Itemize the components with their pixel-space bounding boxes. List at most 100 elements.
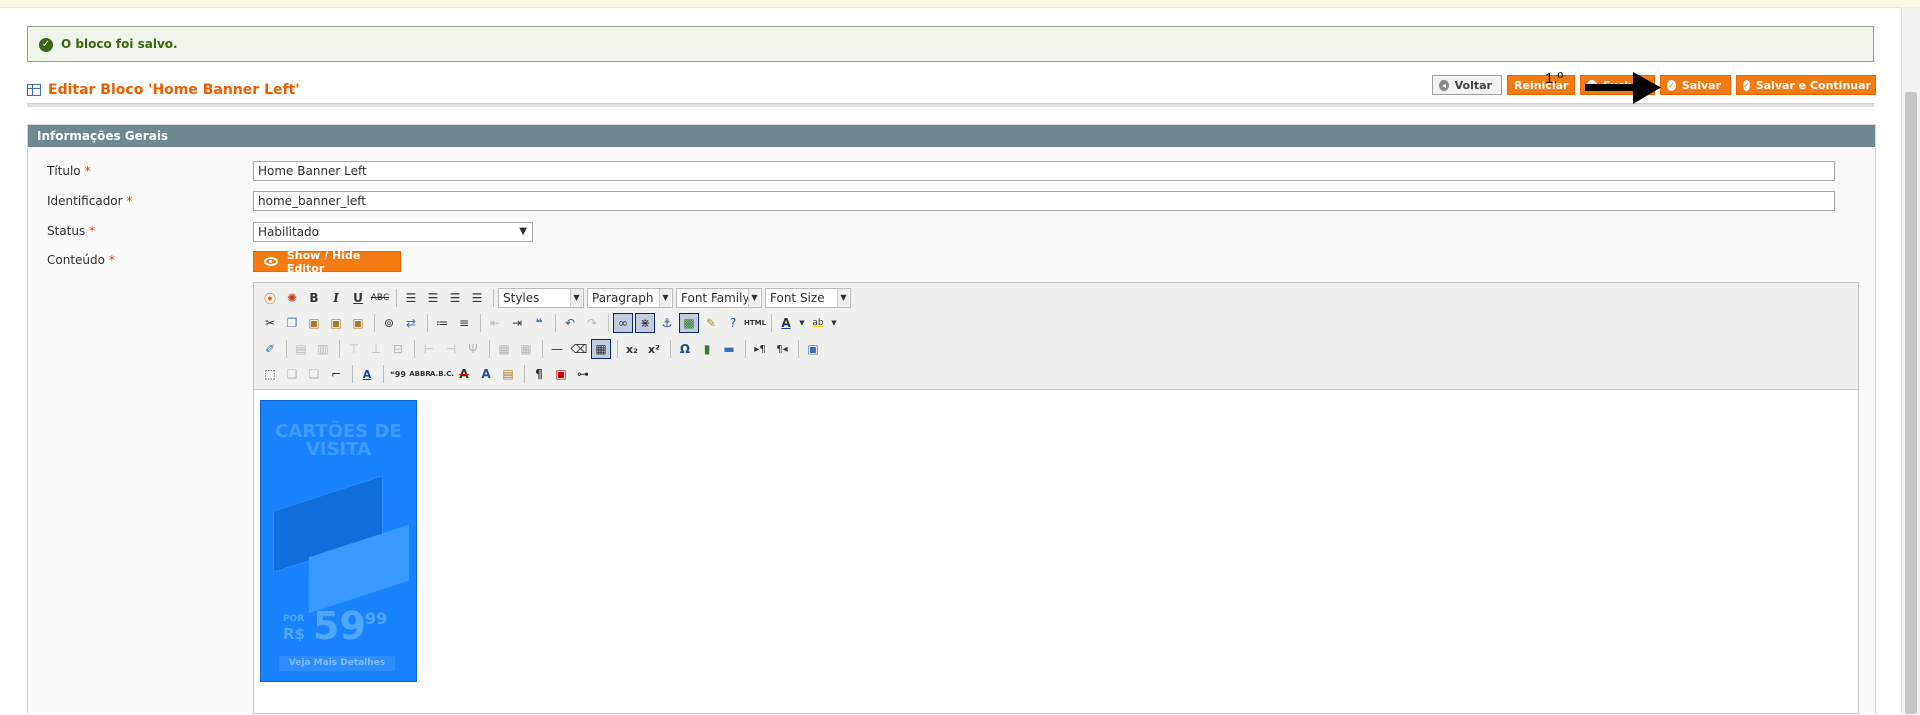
link-icon[interactable]: ∞ <box>613 313 633 333</box>
toolbar-separator <box>489 340 490 358</box>
chevron-down-icon[interactable]: ▼ <box>798 313 806 333</box>
align-left-icon[interactable]: ☰ <box>401 288 421 308</box>
insert-variable-icon[interactable]: ✺ <box>282 288 302 308</box>
title-input[interactable]: Home Banner Left <box>253 161 1835 181</box>
abbreviation-icon[interactable]: ABBR <box>409 364 430 384</box>
identifier-label: Identificador * <box>47 194 133 208</box>
styles-dropdown[interactable]: Styles ▼ <box>498 288 584 308</box>
split-cells-icon[interactable]: ▦ <box>494 339 514 359</box>
table-cell-props-icon[interactable]: ▥ <box>313 339 333 359</box>
page-break-icon[interactable]: ⊶ <box>573 364 593 384</box>
editor-content-area[interactable]: CARTÕES DE VISITA POR R$ 59 99 Veja Mais … <box>254 390 1858 715</box>
back-button[interactable]: ◂ Voltar <box>1432 75 1502 95</box>
toolbar-separator <box>617 340 618 358</box>
paste-icon[interactable]: ▣ <box>304 313 324 333</box>
paste-text-icon[interactable]: ▣ <box>326 313 346 333</box>
underline-icon[interactable]: U <box>348 288 368 308</box>
bullet-list-icon[interactable]: ≔ <box>432 313 452 333</box>
paste-word-icon[interactable]: ▣ <box>348 313 368 333</box>
horizontal-rule-icon[interactable]: — <box>547 339 567 359</box>
annotation-arrow-icon <box>1585 72 1661 104</box>
font-size-dropdown[interactable]: Font Size ▼ <box>765 288 851 308</box>
move-backward-icon[interactable]: ❏ <box>304 364 324 384</box>
nonbreaking-icon[interactable]: ▣ <box>551 364 571 384</box>
toolbar-separator <box>493 289 494 307</box>
toolbar-separator <box>524 365 525 383</box>
cite-icon[interactable]: ❝99 <box>388 364 408 384</box>
absolute-position-icon[interactable]: ⌐ <box>326 364 346 384</box>
format-dropdown[interactable]: Paragraph ▼ <box>587 288 673 308</box>
format-dropdown-label: Paragraph <box>592 291 654 305</box>
acronym-icon[interactable]: A.B.C. <box>430 364 454 384</box>
banner-image[interactable]: CARTÕES DE VISITA POR R$ 59 99 Veja Mais … <box>260 400 417 682</box>
delete-row-icon[interactable]: ⊟ <box>388 339 408 359</box>
save-button[interactable]: ✓ Salvar <box>1660 75 1731 95</box>
html-source-icon[interactable]: HTML <box>744 313 766 333</box>
select-arrow-icon: ▼ <box>519 226 527 237</box>
row-before-icon[interactable]: ⊤ <box>344 339 364 359</box>
italic-icon[interactable]: I <box>326 288 346 308</box>
align-center-icon[interactable]: ☰ <box>423 288 443 308</box>
col-before-icon[interactable]: ⊢ <box>419 339 439 359</box>
show-hide-editor-button[interactable]: Show / Hide Editor <box>253 249 401 275</box>
insert-layer-icon[interactable]: ⬚ <box>260 364 280 384</box>
special-char-icon[interactable]: Ω <box>675 339 695 359</box>
step-annotation-label: 1.º <box>1545 70 1563 87</box>
cut-icon[interactable]: ✂ <box>260 313 280 333</box>
row-after-icon[interactable]: ⊥ <box>366 339 386 359</box>
indent-icon[interactable]: ⇥ <box>507 313 527 333</box>
subscript-icon[interactable]: x₂ <box>622 339 642 359</box>
status-select[interactable]: Habilitado ▼ <box>253 222 533 242</box>
insert-widget-icon[interactable]: ⦿ <box>260 288 280 308</box>
delete-text-icon[interactable]: A <box>454 364 474 384</box>
success-check-icon: ✓ <box>39 38 53 52</box>
rtl-icon[interactable]: ¶◂ <box>772 339 792 359</box>
reset-button[interactable]: Reiniciar <box>1507 75 1575 95</box>
align-justify-icon[interactable]: ☰ <box>467 288 487 308</box>
fullscreen-icon[interactable]: ▣ <box>803 339 823 359</box>
copy-icon[interactable]: ❐ <box>282 313 302 333</box>
replace-icon[interactable]: ⇄ <box>401 313 421 333</box>
section-header: Informações Gerais <box>28 125 1875 147</box>
text-color-icon[interactable]: A <box>776 313 796 333</box>
align-right-icon[interactable]: ☰ <box>445 288 465 308</box>
visual-chars-icon[interactable]: ¶ <box>529 364 549 384</box>
scrollbar-thumb[interactable] <box>1905 92 1917 714</box>
styleprops-icon[interactable]: A <box>357 364 377 384</box>
ltr-icon[interactable]: ▸¶ <box>750 339 770 359</box>
blockquote-icon[interactable]: ❝ <box>529 313 549 333</box>
iframe-icon[interactable]: ▬ <box>719 339 739 359</box>
redo-icon[interactable]: ↷ <box>582 313 602 333</box>
anchor-icon[interactable]: ⚓ <box>657 313 677 333</box>
insert-text-icon[interactable]: A <box>476 364 496 384</box>
page-scrollbar[interactable] <box>1901 7 1920 714</box>
strikethrough-icon[interactable]: ABC <box>370 288 390 308</box>
image-icon[interactable]: ▩ <box>679 313 699 333</box>
save-and-continue-button[interactable]: ✓ Salvar e Continuar <box>1736 75 1876 95</box>
eye-icon <box>264 257 278 266</box>
edit-css-icon[interactable]: ✐ <box>260 339 280 359</box>
help-icon[interactable]: ? <box>723 313 743 333</box>
col-after-icon[interactable]: ⊣ <box>441 339 461 359</box>
merge-cells-icon[interactable]: ▦ <box>516 339 536 359</box>
font-family-dropdown[interactable]: Font Family ▼ <box>676 288 762 308</box>
bold-icon[interactable]: B <box>304 288 324 308</box>
delete-col-icon[interactable]: Ψ <box>463 339 483 359</box>
find-icon[interactable]: ⊚ <box>379 313 399 333</box>
move-forward-icon[interactable]: ❏ <box>282 364 302 384</box>
unlink-icon[interactable]: ⋇ <box>635 313 655 333</box>
attributes-icon[interactable]: ▤ <box>498 364 518 384</box>
cleanup-icon[interactable]: ✎ <box>701 313 721 333</box>
outdent-icon[interactable]: ⇤ <box>485 313 505 333</box>
remove-format-icon[interactable]: ⌫ <box>569 339 589 359</box>
numbered-list-icon[interactable]: ≡ <box>454 313 474 333</box>
media-icon[interactable]: ▮ <box>697 339 717 359</box>
status-selected-value: Habilitado <box>258 225 320 239</box>
identifier-input[interactable]: home_banner_left <box>253 191 1835 211</box>
undo-icon[interactable]: ↶ <box>560 313 580 333</box>
visual-aid-icon[interactable]: ▦ <box>591 339 611 359</box>
superscript-icon[interactable]: x² <box>644 339 664 359</box>
table-row-props-icon[interactable]: ▤ <box>291 339 311 359</box>
chevron-down-icon[interactable]: ▼ <box>830 313 838 333</box>
highlight-color-icon[interactable]: ab <box>808 313 828 333</box>
